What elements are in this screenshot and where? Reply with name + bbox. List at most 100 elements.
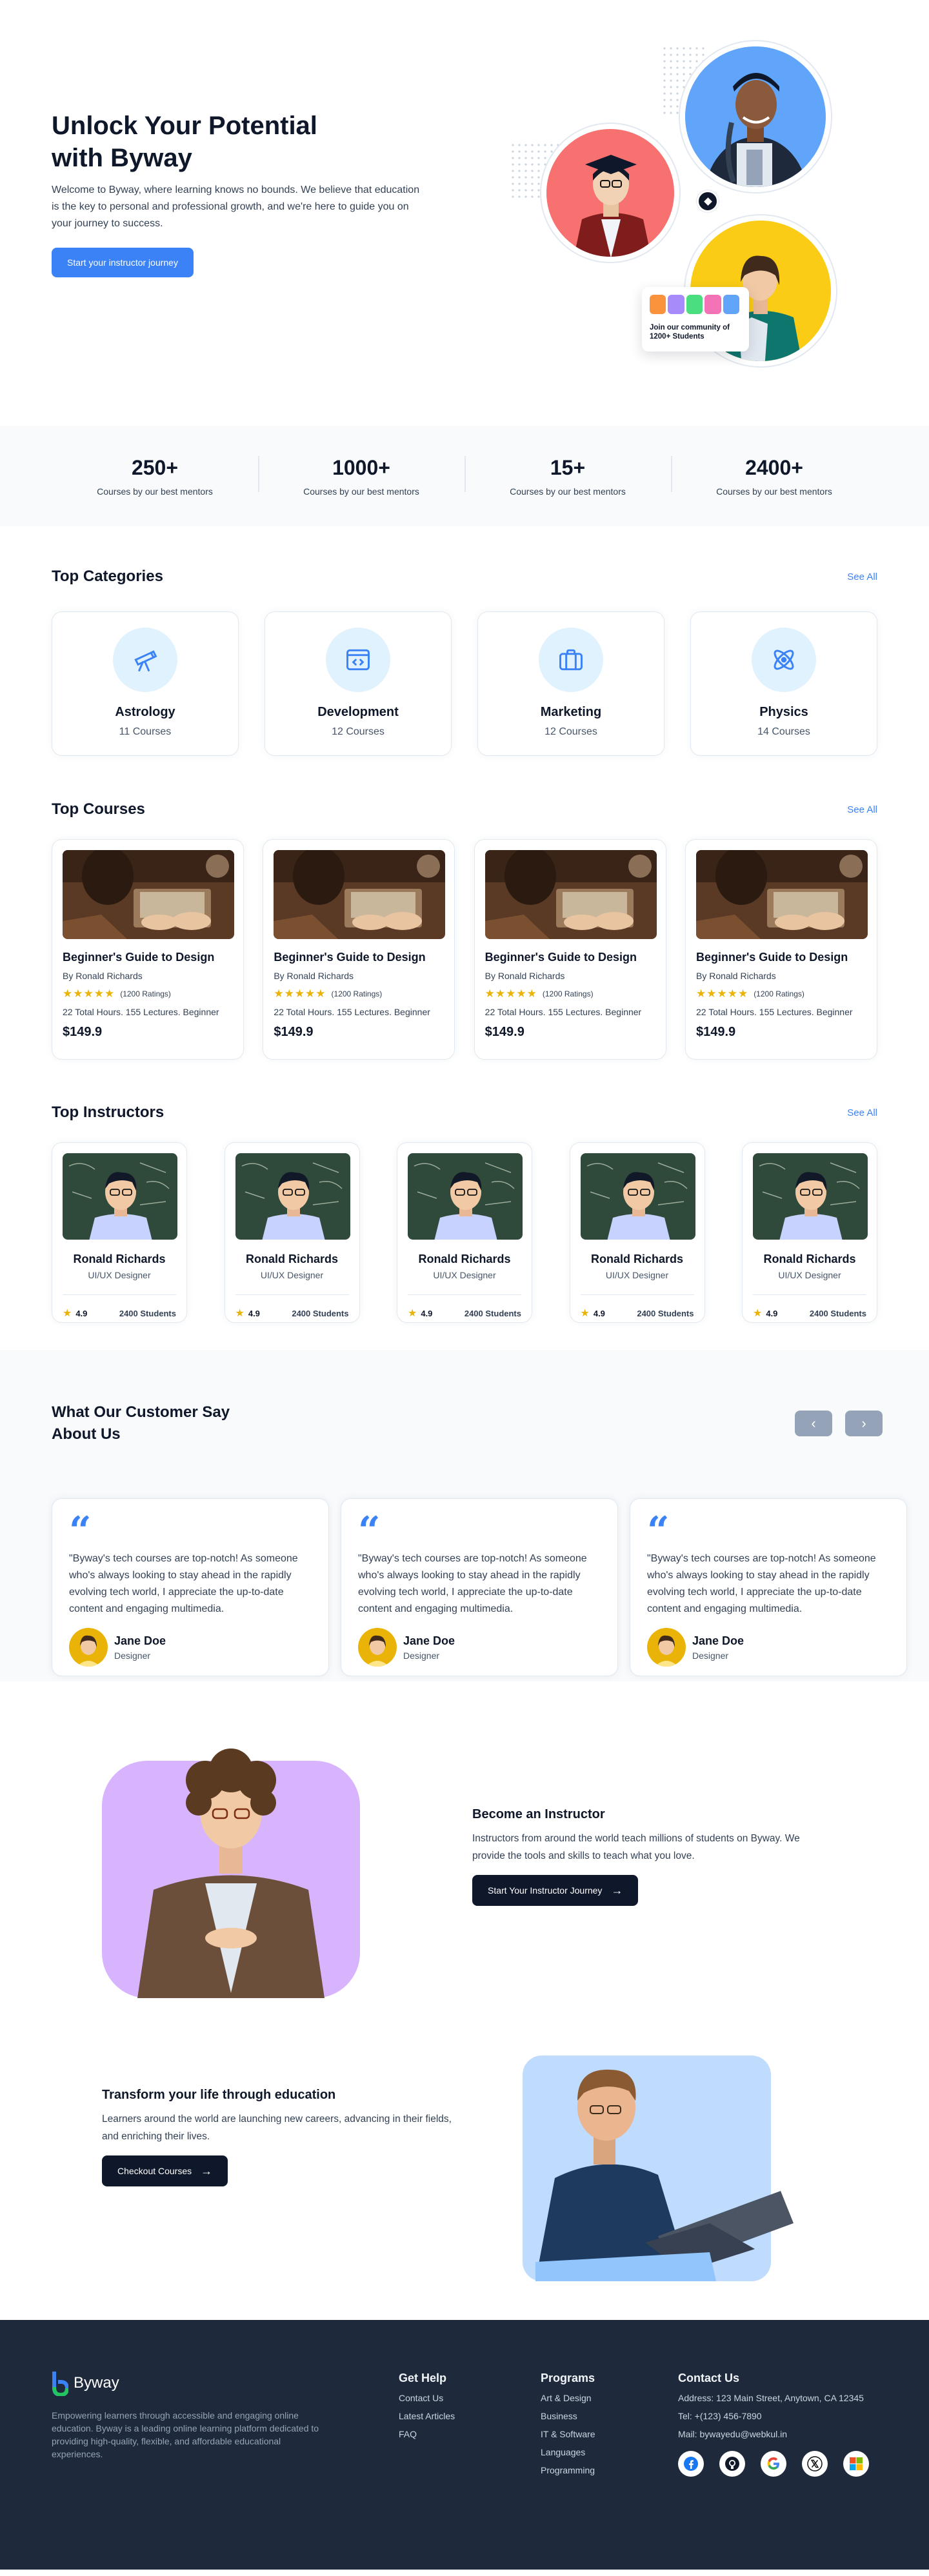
hero-illustration: Join our community of 1200+ Students (510, 26, 845, 387)
testimonial-card: “"Byway's tech courses are top-notch! As… (341, 1498, 618, 1676)
chevron-right-icon: › (861, 1415, 866, 1431)
contact-phone: Tel: +(123) 456-7890 (678, 2411, 762, 2421)
instructor-card[interactable]: Ronald Richards UI/UX Designer ★ 4.9 2400 St… (397, 1142, 532, 1323)
footer: Byway Empowering learners through access… (0, 2320, 929, 2570)
checkout-courses-button[interactable]: Checkout Courses → (102, 2155, 228, 2186)
category-card-astrology[interactable]: Astrology 11 Courses (52, 611, 239, 756)
rating-count: (1200 Ratings) (120, 989, 171, 998)
testimonial-quote: "Byway's tech courses are top-notch! As … (358, 1553, 587, 1614)
instructor-students: 2400 Students (464, 1308, 521, 1318)
star-rating-icon: ★★★★★ (63, 987, 115, 1000)
course-card[interactable]: Beginner's Guide to Design By Ronald Rich… (52, 839, 244, 1060)
section-title: What Our Customer Say About Us (52, 1403, 230, 1443)
become-instructor-title: Become an Instructor (472, 1807, 605, 1821)
rating-value: 4.9 (248, 1309, 260, 1318)
briefcase-icon (539, 628, 603, 692)
category-card-development[interactable]: Development 12 Courses (265, 611, 452, 756)
footer-link-art-design[interactable]: Art & Design (541, 2393, 595, 2403)
stat-item: 2400+ Courses by our best mentors (671, 455, 877, 497)
course-author: By Ronald Richards (484, 971, 565, 981)
instructor-card[interactable]: Ronald Richards UI/UX Designer ★ 4.9 2400 St… (742, 1142, 877, 1323)
course-card[interactable]: Beginner's Guide to Design By Ronald Rich… (263, 839, 455, 1060)
course-thumbnail (484, 850, 657, 939)
footer-help-column: Get Help Contact Us Latest Articles FAQ (399, 2372, 455, 2439)
become-instructor-description: Instructors from around the world teach … (472, 1833, 800, 1861)
instructor-stats: ★ 4.9 2400 Students (63, 1294, 176, 1320)
social-links (678, 2451, 884, 2477)
avatar (650, 295, 666, 314)
instructor-students: 2400 Students (119, 1308, 176, 1318)
start-instructor-journey-button[interactable]: Start your instructor journey (52, 248, 194, 277)
x-icon[interactable] (802, 2451, 828, 2477)
category-count: 12 Courses (544, 726, 597, 737)
stat-item: 1000+ Courses by our best mentors (258, 455, 464, 497)
course-thumbnail (695, 850, 868, 939)
star-icon: ★ (753, 1308, 763, 1319)
telescope-icon (113, 628, 177, 692)
course-price: $149.9 (63, 1025, 103, 1039)
course-card[interactable]: Beginner's Guide to Design By Ronald Rich… (474, 839, 666, 1060)
course-title: Beginner's Guide to Design (695, 951, 848, 964)
rating-value: 4.9 (593, 1309, 605, 1318)
course-card[interactable]: Beginner's Guide to Design By Ronald Rich… (684, 839, 877, 1060)
byway-logo[interactable]: Byway (52, 2370, 323, 2396)
stat-item: 250+ Courses by our best mentors (52, 456, 258, 497)
footer-link-programming[interactable]: Programming (541, 2465, 595, 2475)
course-rating: ★★★★★ (1200 Ratings) (696, 987, 866, 1000)
category-name: Astrology (115, 705, 175, 719)
stat-label: Courses by our best mentors (510, 486, 626, 497)
carousel-prev-button[interactable]: ‹ (795, 1411, 832, 1436)
transform-description: Learners around the world are launching … (102, 2114, 452, 2142)
instructor-rating: ★ 4.9 (753, 1307, 777, 1320)
become-instructor-content: Become an Instructor Instructors from ar… (472, 1807, 834, 1906)
footer-link-business[interactable]: Business (541, 2411, 595, 2421)
footer-link-it-software[interactable]: IT & Software (541, 2429, 595, 2439)
course-author: By Ronald Richards (695, 971, 776, 981)
hero-description: Welcome to Byway, where learning knows n… (52, 184, 420, 229)
code-window-icon (326, 628, 390, 692)
instructor-stats: ★ 4.9 2400 Students (408, 1294, 521, 1320)
contact-address: Address: 123 Main Street, Anytown, CA 12… (678, 2393, 864, 2403)
testimonial-name: Jane Doe (692, 1634, 744, 1647)
instructor-role: UI/UX Designer (88, 1270, 151, 1280)
category-card-marketing[interactable]: Marketing 12 Courses (477, 611, 664, 756)
carousel-controls: ‹ › (782, 1411, 883, 1436)
rating-value: 4.9 (75, 1309, 88, 1318)
course-price: $149.9 (274, 1025, 314, 1039)
microsoft-icon[interactable] (843, 2451, 869, 2477)
footer-link-faq[interactable]: FAQ (399, 2429, 455, 2439)
instructor-card[interactable]: Ronald Richards UI/UX Designer ★ 4.9 2400 St… (224, 1142, 360, 1323)
stat-number: 1000+ (332, 455, 390, 479)
footer-column-title: Get Help (399, 2372, 447, 2384)
category-name: Physics (759, 705, 808, 719)
course-thumbnail (274, 850, 446, 939)
footer-link-languages[interactable]: Languages (541, 2447, 595, 2457)
category-card-physics[interactable]: Physics 14 Courses (690, 611, 877, 756)
rating-count: (1200 Ratings) (754, 989, 804, 998)
instructor-name: Ronald Richards (418, 1253, 511, 1265)
footer-link-latest-articles[interactable]: Latest Articles (399, 2411, 455, 2421)
course-meta: 22 Total Hours. 155 Lectures. Beginner (484, 1007, 642, 1017)
start-instructor-journey-dark-button[interactable]: Start Your Instructor Journey → (472, 1875, 639, 1906)
github-icon[interactable] (719, 2451, 745, 2477)
instructor-card[interactable]: Ronald Richards UI/UX Designer ★ 4.9 2400 St… (52, 1142, 187, 1323)
carousel-next-button[interactable]: › (845, 1411, 883, 1436)
footer-link-contact-us[interactable]: Contact Us (399, 2393, 455, 2403)
facebook-icon[interactable] (678, 2451, 704, 2477)
course-title: Beginner's Guide to Design (274, 951, 426, 964)
quote-icon: “ (69, 1509, 92, 1554)
testimonial-quote: "Byway's tech courses are top-notch! As … (647, 1553, 876, 1614)
footer-column-title: Programs (541, 2372, 595, 2384)
categories-see-all-link[interactable]: See All (847, 571, 877, 582)
star-rating-icon: ★★★★★ (274, 987, 326, 1000)
instructor-card[interactable]: Ronald Richards UI/UX Designer ★ 4.9 2400 St… (569, 1142, 705, 1323)
footer-contact-column: Contact Us Address: 123 Main Street, Any… (678, 2372, 884, 2477)
google-icon[interactable] (761, 2451, 786, 2477)
testimonial-quote: "Byway's tech courses are top-notch! As … (69, 1553, 298, 1614)
course-rating: ★★★★★ (1200 Ratings) (485, 987, 655, 1000)
testimonial-author: Jane Doe Designer (358, 1628, 601, 1667)
stat-number: 2400+ (745, 455, 803, 479)
diamond-badge-icon (697, 190, 719, 212)
courses-see-all-link[interactable]: See All (847, 804, 877, 815)
instructors-see-all-link[interactable]: See All (847, 1107, 877, 1118)
